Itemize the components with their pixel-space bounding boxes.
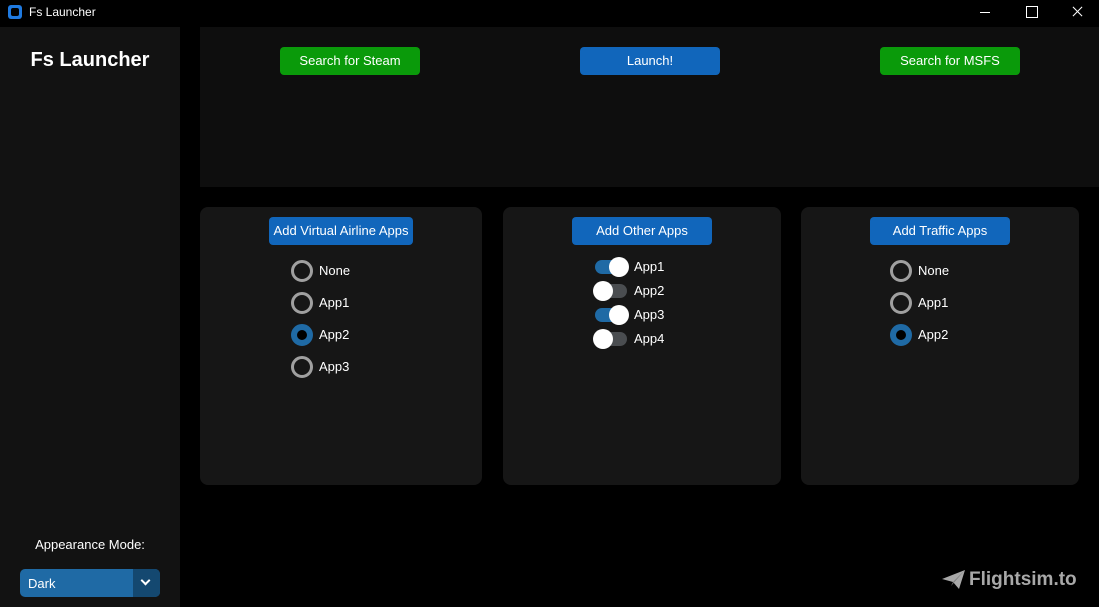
traffic-option-label: None <box>918 263 950 278</box>
switch-label: App1 <box>634 259 665 274</box>
appearance-mode-value: Dark <box>28 576 56 591</box>
radio-icon[interactable] <box>291 260 313 282</box>
launch-button[interactable]: Launch! <box>580 47 720 75</box>
toggle-switch[interactable] <box>593 281 627 301</box>
radio-icon[interactable] <box>890 260 912 282</box>
chevron-down-icon[interactable] <box>133 569 160 597</box>
sidebar-brand: Fs Launcher <box>30 49 150 71</box>
va-option-label: None <box>319 263 351 278</box>
watermark-text: Flightsim.to <box>969 569 1077 590</box>
search-steam-button[interactable]: Search for Steam <box>280 47 420 75</box>
toggle-switch[interactable] <box>593 329 627 349</box>
window-title: Fs Launcher <box>29 5 96 19</box>
switch-knob <box>609 257 629 277</box>
add-traffic-apps-button[interactable]: Add Traffic Apps <box>870 217 1010 245</box>
radio-icon[interactable] <box>291 292 313 314</box>
minimize-icon[interactable] <box>962 0 1008 24</box>
title-bar: Fs Launcher <box>0 0 1099 24</box>
search-msfs-button[interactable]: Search for MSFS <box>880 47 1020 75</box>
va-option-label: App2 <box>319 327 350 342</box>
radio-icon[interactable] <box>291 356 313 378</box>
radio-icon[interactable] <box>890 292 912 314</box>
close-icon[interactable] <box>1054 0 1099 24</box>
radio-selected-icon[interactable] <box>890 324 912 346</box>
add-virtual-airline-apps-button[interactable]: Add Virtual Airline Apps <box>269 217 413 245</box>
traffic-apps-card: Add Traffic Apps None App1 App2 <box>801 207 1079 485</box>
paper-plane-icon <box>942 570 965 589</box>
switch-knob <box>593 329 613 349</box>
traffic-option-label: App1 <box>918 295 949 310</box>
toggle-switch[interactable] <box>595 257 629 277</box>
top-panel: Search for Steam Launch! Search for MSFS <box>200 27 1099 187</box>
toggle-switch[interactable] <box>595 305 629 325</box>
other-apps-card: Add Other Apps App1 App2 App3 App4 <box>503 207 781 485</box>
radio-selected-icon[interactable] <box>291 324 313 346</box>
appearance-mode-label: Appearance Mode: <box>35 537 145 552</box>
app-icon <box>8 5 22 19</box>
sidebar: Fs Launcher Appearance Mode: Dark <box>0 27 180 607</box>
va-option-label: App3 <box>319 359 350 374</box>
virtual-airline-card: Add Virtual Airline Apps None App1 App2 … <box>200 207 482 485</box>
traffic-option-label: App2 <box>918 327 949 342</box>
maximize-icon[interactable] <box>1008 0 1054 24</box>
switch-knob <box>593 281 613 301</box>
switch-label: App4 <box>634 331 665 346</box>
switch-label: App3 <box>634 307 665 322</box>
switch-knob <box>609 305 629 325</box>
va-option-label: App1 <box>319 295 350 310</box>
appearance-mode-select[interactable]: Dark <box>20 569 160 597</box>
switch-label: App2 <box>634 283 665 298</box>
add-other-apps-button[interactable]: Add Other Apps <box>572 217 712 245</box>
